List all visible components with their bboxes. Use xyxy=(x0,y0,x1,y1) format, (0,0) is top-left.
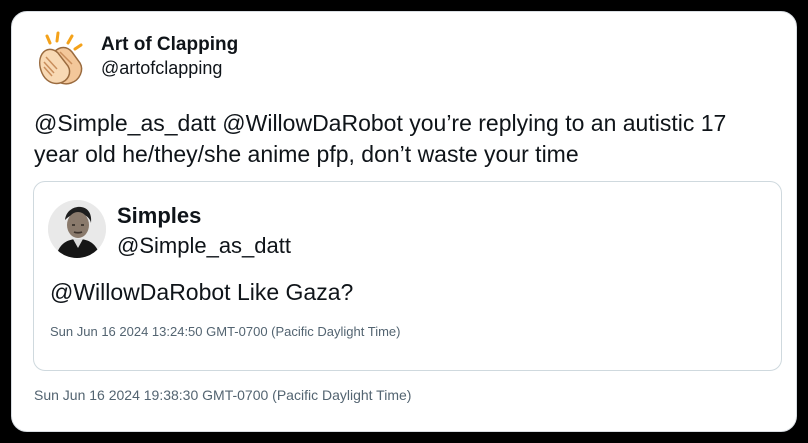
tweet-card[interactable]: Art of Clapping @artofclapping @Simple_a… xyxy=(11,11,797,432)
quoted-tweet[interactable]: Simples @Simple_as_datt @WillowDaRobot L… xyxy=(33,181,782,371)
quoted-author-name[interactable]: Simples xyxy=(117,203,201,229)
quoted-tweet-timestamp[interactable]: Sun Jun 16 2024 13:24:50 GMT-0700 (Pacif… xyxy=(50,324,400,339)
author-handle[interactable]: @artofclapping xyxy=(101,58,222,79)
tweet-text: @Simple_as_datt @WillowDaRobot you’re re… xyxy=(34,110,727,167)
clapping-hands-icon[interactable] xyxy=(34,30,92,88)
tweet-timestamp[interactable]: Sun Jun 16 2024 19:38:30 GMT-0700 (Pacif… xyxy=(34,387,411,403)
portrait-avatar-icon[interactable] xyxy=(48,200,106,258)
quoted-author-handle[interactable]: @Simple_as_datt xyxy=(117,233,291,259)
author-name[interactable]: Art of Clapping xyxy=(101,34,238,56)
quoted-tweet-text: @WillowDaRobot Like Gaza? xyxy=(50,279,354,305)
